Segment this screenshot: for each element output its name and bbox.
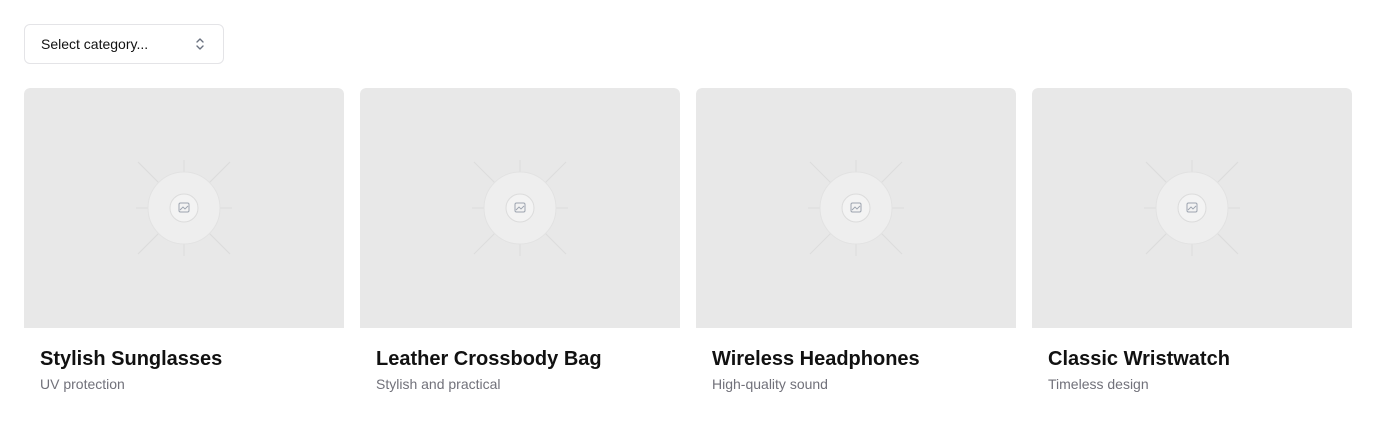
- image-placeholder-icon: [1144, 160, 1240, 256]
- category-select[interactable]: Select category...: [24, 24, 224, 64]
- product-image-placeholder: [24, 88, 344, 328]
- product-description: Timeless design: [1048, 376, 1149, 392]
- image-placeholder-icon: [472, 160, 568, 256]
- product-description: High-quality sound: [712, 376, 828, 392]
- product-image-placeholder: [1032, 88, 1352, 328]
- product-card[interactable]: Stylish Sunglasses UV protection: [24, 88, 344, 393]
- product-title: Leather Crossbody Bag: [376, 348, 602, 370]
- product-title: Wireless Headphones: [712, 348, 920, 370]
- product-description: Stylish and practical: [376, 376, 501, 392]
- image-placeholder-icon: [136, 160, 232, 256]
- product-image-placeholder: [696, 88, 1016, 328]
- product-image-placeholder: [360, 88, 680, 328]
- image-placeholder-icon: [808, 160, 904, 256]
- chevron-up-down-icon: [193, 37, 207, 51]
- category-select-label: Select category...: [41, 36, 149, 52]
- product-title: Stylish Sunglasses: [40, 348, 223, 370]
- product-description: UV protection: [40, 376, 125, 392]
- product-grid: Stylish Sunglasses UV protection Leather…: [24, 88, 1352, 393]
- product-title: Classic Wristwatch: [1048, 348, 1230, 370]
- product-card[interactable]: Wireless Headphones High-quality sound: [696, 88, 1016, 393]
- product-card[interactable]: Classic Wristwatch Timeless design: [1032, 88, 1352, 393]
- product-card[interactable]: Leather Crossbody Bag Stylish and practi…: [360, 88, 680, 393]
